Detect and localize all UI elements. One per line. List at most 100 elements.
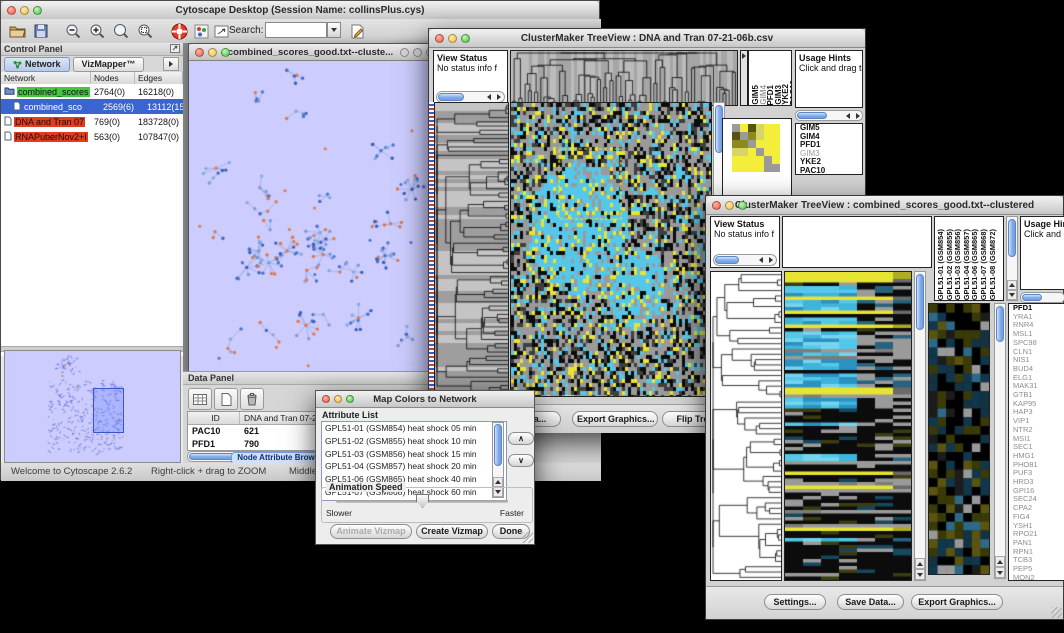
tab-vizmapper[interactable]: VizMapper™ (73, 57, 145, 72)
birds-eye-view[interactable] (4, 350, 181, 463)
network-icon (13, 60, 22, 69)
move-up-button[interactable]: ∧ (508, 432, 534, 445)
maximize-icon[interactable] (221, 48, 230, 57)
settings-button[interactable]: Settings... (764, 594, 826, 610)
row-dendrogram[interactable] (710, 271, 782, 581)
undock-icon[interactable] (170, 44, 180, 55)
search-dropdown-button[interactable] (327, 22, 341, 38)
create-vizmap-button[interactable]: Create Vizmap (416, 524, 488, 539)
network-row[interactable]: DNA and Tran 07769(0)183728(0) (1, 114, 183, 129)
column-id[interactable]: ID (188, 412, 240, 424)
minimize-icon[interactable] (725, 201, 734, 210)
attribute-item[interactable]: GPL51-01 (GSM854) heat shock 05 min (322, 422, 506, 435)
network-name[interactable]: combined_scores (17, 87, 90, 97)
close-icon[interactable] (322, 395, 330, 403)
minimize-icon[interactable] (208, 48, 217, 57)
view-status-text: No status info f (434, 63, 507, 73)
minimize-icon[interactable] (334, 395, 342, 403)
heatmap-main[interactable] (784, 271, 912, 581)
vizmap-nodes-icon[interactable] (191, 21, 211, 41)
move-down-button[interactable]: ∨ (508, 454, 534, 467)
resize-grip[interactable] (1051, 607, 1062, 618)
dialog-titlebar[interactable]: Map Colors to Network (316, 391, 534, 408)
close-icon[interactable] (7, 6, 16, 15)
network-name[interactable]: combined_sco (23, 102, 83, 112)
network-row[interactable]: combined_sco2569(6)13112(15) (1, 99, 183, 114)
zoom-out-icon[interactable] (63, 21, 83, 41)
tab-network[interactable]: Network (4, 57, 70, 72)
edit-document-icon[interactable] (347, 21, 367, 41)
maximize-icon[interactable] (461, 34, 470, 43)
submatrix-heatmap[interactable] (928, 303, 990, 575)
column-nodes[interactable]: Nodes (91, 72, 135, 84)
usage-hints-scrollbar[interactable] (1020, 292, 1064, 303)
scroll-up-button[interactable] (493, 477, 503, 487)
close-icon[interactable] (435, 34, 444, 43)
heatmap-main[interactable] (510, 102, 712, 397)
column-dendrogram[interactable] (510, 50, 738, 106)
network-window-titlebar[interactable]: combined_scores_good.txt--cluste... (189, 44, 432, 61)
usage-hints-scrollbar[interactable] (795, 110, 863, 121)
main-titlebar[interactable]: Cytoscape Desktop (Session Name: collins… (1, 1, 599, 20)
close-icon[interactable] (712, 201, 721, 210)
save-data-button[interactable]: Save Data... (837, 594, 904, 610)
attribute-item[interactable]: GPL51-04 (GSM857) heat shock 20 min (322, 460, 506, 473)
minimize-icon[interactable] (413, 48, 422, 57)
gene-label[interactable]: MON2 (1011, 574, 1064, 581)
search-input[interactable] (265, 22, 327, 38)
minimize-icon[interactable] (448, 34, 457, 43)
mini-heatmap-cell (748, 164, 756, 172)
network-graph-canvas[interactable] (189, 61, 432, 373)
minimize-icon[interactable] (20, 6, 29, 15)
submatrix-vscrollbar[interactable] (994, 303, 1006, 579)
annotation-panel-icon[interactable] (211, 21, 231, 41)
help-lifesaver-icon[interactable] (169, 21, 189, 41)
column-network[interactable]: Network (1, 72, 91, 84)
search-label: Search: (229, 25, 263, 36)
row-dendrogram[interactable] (434, 102, 509, 397)
attribute-item[interactable]: GPL51-03 (GSM856) heat shock 15 min (322, 448, 506, 461)
network-row[interactable]: RNAPuberNov2+I563(0)107847(0) (1, 129, 183, 144)
attribute-table-icon[interactable] (188, 388, 212, 410)
similarity-mini-heatmap[interactable] (732, 124, 780, 172)
view-status-scrollbar[interactable] (713, 254, 777, 266)
tabs-overflow-button[interactable] (163, 57, 179, 71)
mini-heatmap-cell (740, 164, 748, 172)
maximize-icon[interactable] (738, 201, 747, 210)
maximize-icon[interactable] (33, 6, 42, 15)
zoom-selected-region-icon[interactable] (135, 21, 155, 41)
chevron-right-icon (169, 61, 173, 67)
column-edges[interactable]: Edges (135, 72, 183, 84)
zoom-in-icon[interactable] (87, 21, 107, 41)
network-name[interactable]: DNA and Tran 07 (14, 117, 85, 127)
export-graphics-button[interactable]: Export Graphics... (572, 411, 658, 427)
close-icon[interactable] (400, 48, 409, 57)
save-icon[interactable] (31, 21, 51, 41)
scroll-right-button[interactable] (494, 92, 504, 102)
zoom-whole-network-icon[interactable] (111, 21, 131, 41)
control-panel-tabs: Network VizMapper™ (1, 56, 183, 73)
column-labels-scrollbar[interactable] (1006, 216, 1018, 301)
close-icon[interactable] (195, 48, 204, 57)
treeview2-titlebar[interactable]: ClusterMaker TreeView : combined_scores_… (706, 196, 1063, 215)
mini-heatmap-cell (740, 124, 748, 132)
maximize-icon[interactable] (346, 395, 354, 403)
new-attribute-icon[interactable] (214, 388, 238, 410)
usage-hints-title: Usage Hints (796, 51, 862, 63)
treeview1-titlebar[interactable]: ClusterMaker TreeView : DNA and Tran 07-… (429, 29, 865, 48)
network-row[interactable]: combined_scores2764(0)16218(0) (1, 84, 183, 99)
delete-attribute-trash-icon[interactable] (240, 388, 264, 410)
open-folder-icon[interactable] (7, 21, 27, 41)
control-panel-header: Control Panel (1, 43, 183, 56)
heatmap-vscrollbar[interactable] (914, 271, 926, 581)
splitter-strip[interactable] (740, 50, 748, 106)
resize-grip[interactable] (522, 532, 533, 543)
attribute-item[interactable]: GPL51-02 (GSM855) heat shock 10 min (322, 435, 506, 448)
export-graphics-button[interactable]: Export Graphics... (911, 594, 1003, 610)
mini-heatmap-cell (756, 124, 764, 132)
scroll-left-button[interactable] (484, 92, 494, 102)
network-name[interactable]: RNAPuberNov2+I (14, 132, 88, 142)
mini-heatmap-cell (764, 164, 772, 172)
birds-eye-viewport-rect[interactable] (93, 388, 124, 433)
animate-vizmap-button[interactable]: Animate Vizmap (330, 524, 412, 539)
